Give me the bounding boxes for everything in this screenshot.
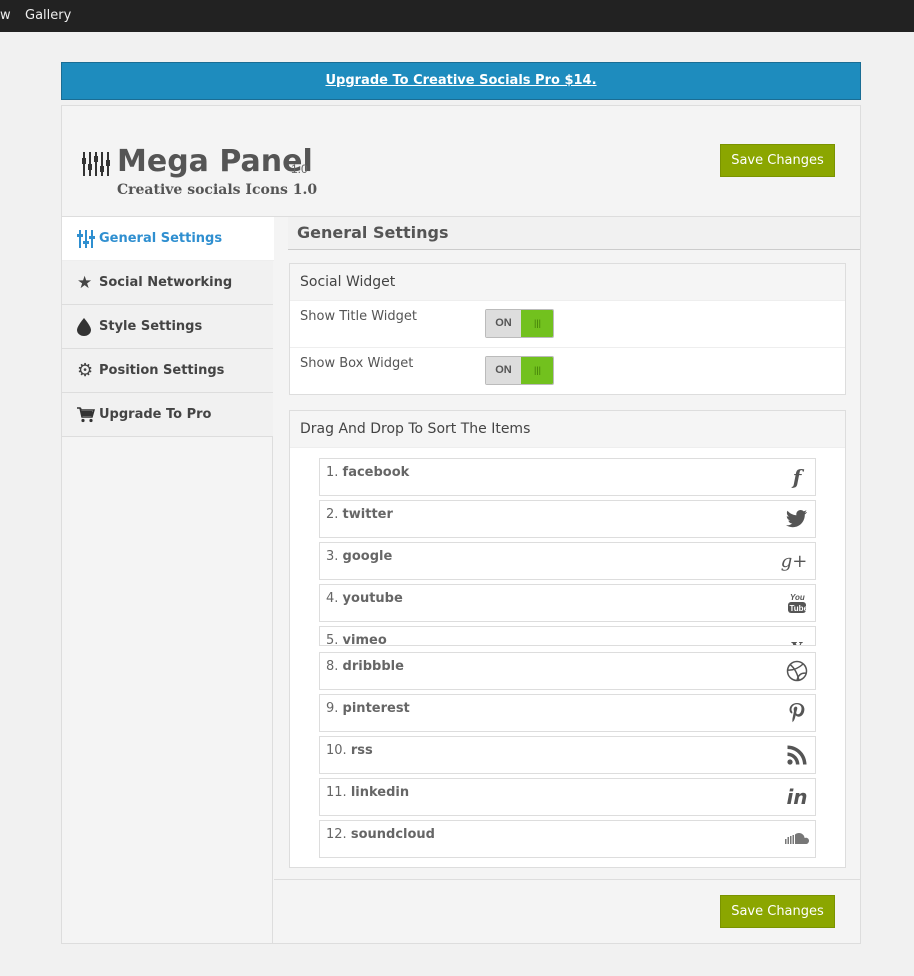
item-number: 5. [326,633,339,646]
item-name: google [342,549,393,564]
sortable-item-youtube[interactable]: 4. youtube You Tube [319,584,816,622]
soundcloud-icon [785,827,809,851]
page-subtitle: Creative socials Icons 1.0 [117,182,318,198]
show-title-widget-toggle[interactable]: ON ||| [485,309,554,338]
item-name: rss [350,743,373,758]
admin-top-bar: w Gallery [0,0,914,32]
item-number: 2. [326,507,339,522]
toggle-state: ON [486,357,521,384]
sliders-icon [77,229,99,248]
top-bar-item[interactable]: w [0,8,11,23]
sort-items-box: Drag And Drop To Sort The Items 1. faceb… [289,410,846,868]
item-number: 4. [326,591,339,606]
equalizer-icon [82,152,110,181]
setting-label: Show Title Widget [300,309,417,324]
facebook-icon: f [792,465,802,489]
version-label: 1.0 [291,162,308,176]
toggle-state: ON [486,310,521,337]
sidebar-item-position-settings[interactable]: ⚙ Position Settings [62,349,273,393]
drop-icon [77,317,99,336]
twitter-icon [785,507,809,531]
item-number: 11. [326,785,347,800]
setting-row: Show Box Widget ON ||| [290,348,845,395]
item-number: 12. [326,827,347,842]
item-name: pinterest [342,701,410,716]
sidebar-item-label: Position Settings [99,363,225,378]
gear-icon: ⚙ [77,360,94,381]
sidebar-item-general-settings[interactable]: General Settings [62,217,274,261]
sidebar-item-label: General Settings [99,231,223,246]
svg-text:Tube: Tube [790,604,808,613]
item-number: 9. [326,701,339,716]
mega-panel: Mega Panel 1.0 Creative socials Icons 1.… [61,105,861,944]
sortable-item-facebook[interactable]: 1. facebook f [319,458,816,496]
item-name: facebook [342,465,410,480]
pinterest-icon [785,701,809,725]
sidebar-item-upgrade-to-pro[interactable]: Upgrade To Pro [62,393,273,437]
linkedin-icon: in [786,785,808,809]
social-widget-box: Social Widget Show Title Widget ON ||| S… [289,263,846,395]
sortable-item-google[interactable]: 3. google g+ [319,542,816,580]
dribbble-icon [785,659,809,683]
top-bar-gallery-link[interactable]: Gallery [25,8,71,23]
toggle-knob[interactable]: ||| [521,310,553,337]
item-number: 3. [326,549,339,564]
rss-icon [785,743,809,767]
svg-text:You: You [790,593,805,602]
upgrade-banner: Upgrade To Creative Socials Pro $14. [61,62,861,100]
sortable-item-pinterest[interactable]: 9. pinterest [319,694,816,732]
show-box-widget-toggle[interactable]: ON ||| [485,356,554,385]
box-title: Social Widget [290,264,845,301]
item-name: twitter [342,507,393,522]
sortable-item-soundcloud[interactable]: 12. soundcloud [319,820,816,858]
cart-icon [77,406,99,423]
upgrade-link[interactable]: Upgrade To Creative Socials Pro $14. [62,63,860,99]
item-number: 1. [326,465,339,480]
page-title: Mega Panel [117,144,313,179]
item-name: dribbble [342,659,404,674]
toggle-knob[interactable]: ||| [521,357,553,384]
item-name: vimeo [342,633,387,646]
sidebar-item-label: Upgrade To Pro [99,407,212,422]
youtube-icon: You Tube [785,591,809,615]
item-name: youtube [342,591,403,606]
sidebar-item-social-networking[interactable]: ★ Social Networking [62,261,273,305]
sidebar-item-style-settings[interactable]: Style Settings [62,305,273,349]
star-icon: ★ [77,272,93,293]
box-title: Drag And Drop To Sort The Items [290,411,845,448]
sortable-item-rss[interactable]: 10. rss [319,736,816,774]
panel-header: Mega Panel 1.0 Creative socials Icons 1.… [62,106,860,217]
item-number: 10. [326,743,347,758]
item-name: soundcloud [350,827,435,842]
sortable-item-vimeo[interactable]: 5. vimeo v [319,626,816,646]
google-plus-icon: g+ [780,550,808,572]
save-changes-button-bottom[interactable]: Save Changes [720,895,835,928]
section-title: General Settings [288,217,860,250]
setting-label: Show Box Widget [300,356,414,371]
save-changes-button[interactable]: Save Changes [720,144,835,177]
item-name: linkedin [350,785,410,800]
sortable-item-linkedin[interactable]: 11. linkedin in [319,778,816,816]
item-number: 8. [326,659,339,674]
sidebar-item-label: Style Settings [99,319,203,334]
sortable-item-dribbble[interactable]: 8. dribbble [319,652,816,690]
sidebar-item-label: Social Networking [99,275,233,290]
setting-row: Show Title Widget ON ||| [290,301,845,348]
sortable-item-twitter[interactable]: 2. twitter [319,500,816,538]
vimeo-icon: v [791,634,803,646]
sidebar-nav: General Settings ★ Social Networking Sty… [62,217,274,943]
